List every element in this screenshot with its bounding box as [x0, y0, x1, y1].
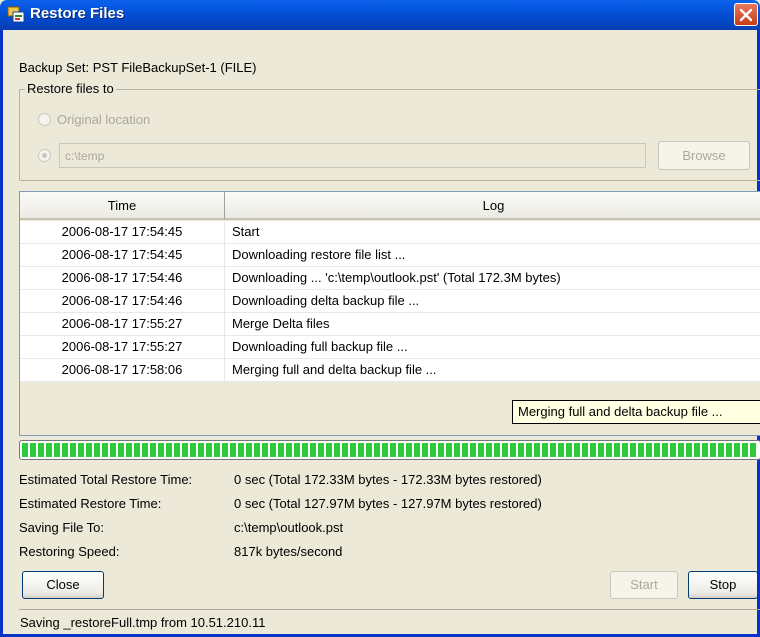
backup-set-label: Backup Set: PST FileBackupSet-1 (FILE) [19, 60, 257, 75]
row-time: 2006-08-17 17:54:46 [20, 290, 225, 313]
table-row[interactable]: 2006-08-17 17:54:45 Start [20, 221, 760, 244]
original-location-label: Original location [57, 112, 151, 127]
saving-file-value: c:\temp\outlook.pst [234, 520, 344, 535]
row-log: Downloading full backup file ... [232, 339, 408, 354]
row-log: Merging full and delta backup file ... [232, 362, 437, 377]
row-time: 2006-08-17 17:55:27 [20, 313, 225, 336]
table-row[interactable]: 2006-08-17 17:54:46 Downloading delta bac… [20, 290, 760, 313]
title-bar: Restore Files [0, 0, 760, 30]
row-time: 2006-08-17 17:54:45 [20, 221, 225, 244]
column-header-log[interactable]: Log [225, 192, 760, 220]
restore-speed-value: 817k bytes/second [234, 544, 343, 559]
row-time: 2006-08-17 17:54:45 [20, 244, 225, 267]
row-log: Start [232, 224, 260, 239]
app-icon [7, 6, 25, 23]
log-table-header: Time Log [20, 192, 760, 220]
table-row[interactable]: 2006-08-17 17:54:46 Downloading ... 'c:\t… [20, 267, 760, 290]
row-log: Downloading restore file list ... [232, 247, 406, 262]
start-button[interactable]: Start [610, 571, 678, 599]
row-log: Downloading ... 'c:\temp\outlook.pst' (T… [232, 270, 561, 285]
window-title: Restore Files [30, 5, 125, 22]
table-row[interactable]: 2006-08-17 17:54:45 Downloading restore f… [20, 244, 760, 267]
row-time: 2006-08-17 17:54:46 [20, 267, 225, 290]
close-icon [739, 8, 753, 22]
close-button[interactable]: Close [22, 571, 104, 599]
table-row[interactable]: 2006-08-17 17:55:27 Downloading full back… [20, 336, 760, 359]
alternate-location-radio[interactable] [38, 149, 51, 162]
browse-button[interactable]: Browse [658, 141, 750, 170]
restore-speed-label: Restoring Speed: [19, 544, 120, 559]
stop-button[interactable]: Stop [688, 571, 758, 599]
status-bar: Saving _restoreFull.tmp from 10.51.210.1… [19, 609, 760, 635]
original-location-radio[interactable] [38, 113, 51, 126]
saving-file-label: Saving File To: [19, 520, 105, 535]
log-tooltip: Merging full and delta backup file ... [512, 400, 760, 424]
row-log: Downloading delta backup file ... [232, 293, 420, 308]
total-time-label: Estimated Total Restore Time: [19, 472, 193, 487]
total-time-value: 0 sec (Total 172.33M bytes - 172.33M byt… [234, 472, 542, 487]
row-time: 2006-08-17 17:55:27 [20, 336, 225, 359]
table-row[interactable]: 2006-08-17 17:58:06 Merging full and delt… [20, 359, 760, 382]
restore-progress-bar [19, 440, 760, 460]
restore-time-label: Estimated Restore Time: [19, 496, 162, 511]
close-window-button[interactable] [734, 3, 758, 26]
row-log: Merge Delta files [232, 316, 330, 331]
restore-time-value: 0 sec (Total 127.97M bytes - 127.97M byt… [234, 496, 542, 511]
progress-fill [22, 443, 758, 457]
restore-group-title: Restore files to [25, 81, 116, 96]
row-time: 2006-08-17 17:58:06 [20, 359, 225, 382]
column-header-time[interactable]: Time [20, 192, 225, 220]
table-row[interactable]: 2006-08-17 17:55:27 Merge Delta files [20, 313, 760, 336]
restore-path-field[interactable] [59, 143, 646, 168]
